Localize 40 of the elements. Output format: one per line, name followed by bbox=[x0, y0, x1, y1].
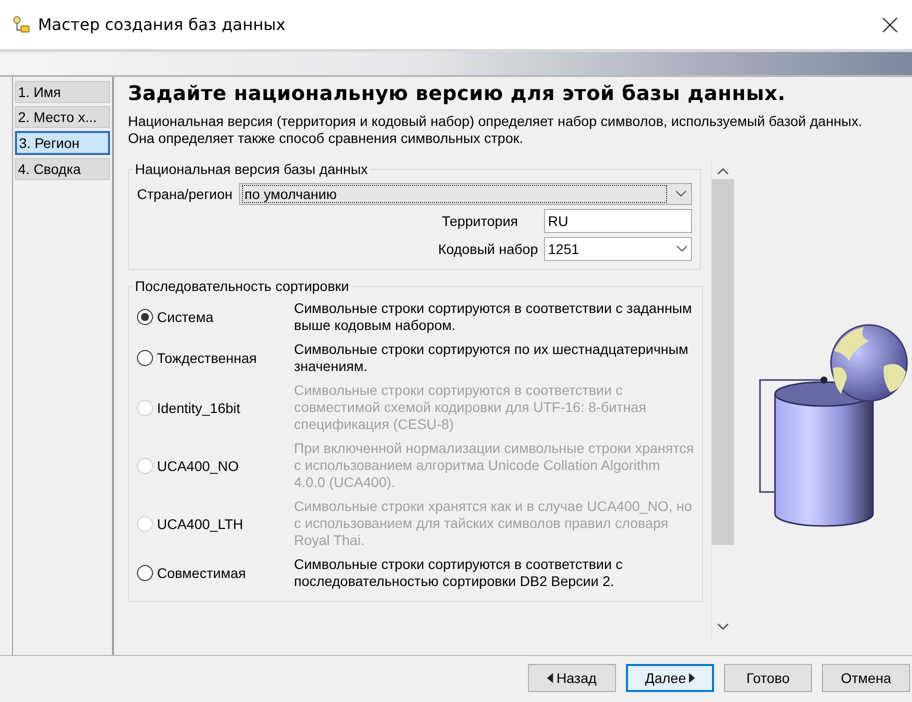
step-item[interactable]: 3. Регион bbox=[15, 131, 110, 155]
radio-button[interactable] bbox=[137, 565, 153, 581]
option-description: Символьные строки сортируются в соответствии с совместимой схемой кодировки для UTF-16: 8-битная спецификация (CESU-8) bbox=[294, 382, 648, 433]
radio-option[interactable]: Система bbox=[137, 309, 282, 325]
chevron-down-icon bbox=[675, 190, 687, 198]
step-item[interactable]: 2. Место х... bbox=[15, 106, 110, 128]
window-title: Мастер создания баз данных bbox=[38, 15, 286, 34]
country-label: Страна/регион bbox=[137, 186, 233, 202]
codeset-label: Кодовый набор bbox=[438, 241, 538, 257]
chevron-down-icon bbox=[676, 245, 688, 253]
wizard-button[interactable]: Назад bbox=[528, 664, 616, 692]
page-heading: Задайте национальную версию для этой базы данных. bbox=[128, 81, 787, 105]
wizard-icon bbox=[12, 16, 30, 34]
step-item[interactable]: 4. Сводка bbox=[15, 158, 110, 180]
scrollbar-thumb[interactable] bbox=[712, 179, 734, 545]
territory-field[interactable]: RU bbox=[544, 209, 692, 233]
option-description: Символьные строки хранятся как и в случае UCA400_NO, но с использованием для тайских символов правил словаря Royal Thai. bbox=[294, 498, 693, 549]
option-description: При включенной нормализации символьные строки хранятся с использованием алгоритма Unicode Collation Algorithm 4.0.0 (UCA400). bbox=[294, 440, 694, 491]
chevron-down-icon[interactable] bbox=[717, 623, 729, 631]
close-icon bbox=[882, 16, 898, 32]
wizard-button[interactable]: Далее bbox=[626, 664, 714, 692]
codeset-dropdown[interactable]: 1251 bbox=[544, 237, 692, 261]
radio-option[interactable]: Тождественная bbox=[137, 350, 282, 366]
chevron-up-icon[interactable] bbox=[717, 167, 729, 175]
group-legend: Последовательность сортировки bbox=[133, 278, 351, 294]
radio-option[interactable]: Совместимая bbox=[137, 565, 282, 581]
step-item[interactable]: 1. Имя bbox=[15, 81, 110, 103]
wizard-button[interactable]: Готово bbox=[724, 664, 812, 692]
triangle-right-icon bbox=[689, 673, 695, 683]
option-description: Символьные строки сортируются в соответствии с заданным выше кодовым набором. bbox=[294, 300, 693, 334]
territory-label: Территория bbox=[442, 213, 518, 229]
country-dropdown[interactable]: по умолчанию bbox=[238, 183, 692, 205]
option-description: Символьные строки сортируются по их шестнадцатеричным значениям. bbox=[294, 341, 690, 375]
page-description: Национальная версия (территория и кодовый набор) определяет набор символов, используемый базой данных. Она определяет также способ сравнения символьных строк. bbox=[128, 113, 864, 147]
triangle-left-icon bbox=[547, 673, 554, 683]
wizard-button[interactable]: Отмена bbox=[822, 664, 910, 692]
group-legend: Национальная версия базы данных bbox=[133, 161, 370, 177]
option-description: Символьные строки сортируются в соответствии с последовательностью сортировки DB2 Версии 2. bbox=[294, 556, 624, 590]
radio-button[interactable] bbox=[137, 350, 153, 366]
radio-button[interactable] bbox=[137, 309, 153, 325]
